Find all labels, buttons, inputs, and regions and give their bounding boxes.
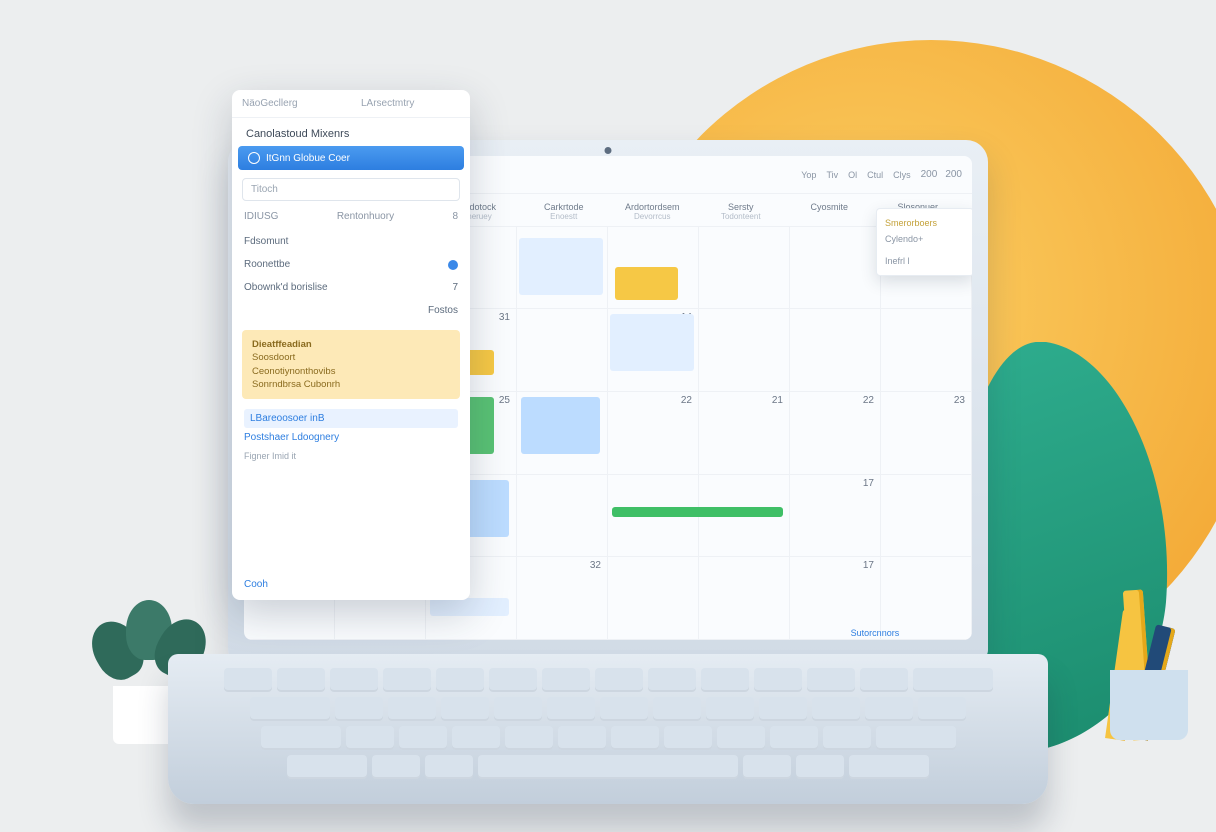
group-header: IDIUSG Rentonhuory 8: [232, 205, 470, 228]
calendar-cell[interactable]: [699, 309, 790, 392]
side-panel-item-meta: Fostos: [428, 305, 458, 316]
day-header-l2: Devorrcus: [609, 212, 696, 221]
day-header-5[interactable]: SerstyTodonteent: [697, 200, 786, 224]
cell-date-number: 23: [954, 395, 965, 406]
calendar-cell[interactable]: 21: [699, 392, 790, 475]
calendar-event[interactable]: [519, 238, 604, 295]
calendar-cell[interactable]: [699, 557, 790, 640]
side-panel-tab-0[interactable]: NäoGecllerg: [232, 90, 351, 118]
side-panel-item-label: Fdsomunt: [244, 236, 288, 247]
calendar-cell[interactable]: 22: [790, 392, 881, 475]
side-panel-list: Fdsomunt Roonettbe Obownk'd borislise 7 Fost…: [232, 228, 470, 324]
view-tab-0[interactable]: Yop: [801, 170, 816, 180]
side-panel-cta[interactable]: Cooh: [244, 575, 268, 594]
pencil-cup-decoration: [1114, 590, 1156, 740]
cell-date-number: 17: [863, 478, 874, 489]
year-a: 200: [921, 169, 938, 180]
flyout-heading: Smerorboers: [885, 215, 965, 231]
calendar-cell[interactable]: [699, 227, 790, 310]
view-tab-3[interactable]: Ctul: [867, 170, 883, 180]
day-header-l2: Enoestt: [521, 212, 608, 221]
flyout-item-0[interactable]: Cylendo+: [885, 231, 965, 247]
side-panel-item-1[interactable]: Roonettbe: [232, 253, 470, 276]
highlight-card[interactable]: Dieatffeadian Soosdoort Ceonotiynonthovi…: [242, 330, 460, 399]
view-tab-2[interactable]: Ol: [848, 170, 857, 180]
view-tab-1[interactable]: Tiv: [826, 170, 838, 180]
side-panel-item-3[interactable]: Fostos: [232, 299, 470, 322]
side-panel-item-2[interactable]: Obownk'd borislise 7: [232, 276, 470, 299]
highlight-card-line-1: Ceonotiynonthovibs: [252, 365, 450, 378]
side-link-0[interactable]: LBareoosoer inB: [244, 409, 458, 428]
day-header-l2: Todonteent: [698, 212, 785, 221]
cell-date-number: 25: [499, 395, 510, 406]
flyout-item-2[interactable]: Inefrl l: [885, 253, 965, 269]
calendar-event[interactable]: [615, 267, 678, 300]
group-right-meta: 8: [452, 211, 458, 222]
side-panel-item-label: Obownk'd borislise: [244, 282, 328, 293]
cell-date-number: 22: [863, 395, 874, 406]
cell-date-number: 17: [863, 560, 874, 571]
primary-action-label: ItGnn Globue Coer: [266, 153, 350, 164]
side-panel-tab-1[interactable]: LArsectmtry: [351, 90, 470, 118]
webcam-dot: [605, 147, 612, 154]
status-dot-icon: [448, 260, 458, 270]
side-panel-item-meta: 7: [452, 282, 458, 293]
calendar-cell[interactable]: [608, 227, 699, 310]
view-tab-4[interactable]: Clys: [893, 170, 911, 180]
side-panel-links: LBareoosoer inB Postshaer Ldoognery Fign…: [232, 405, 470, 475]
highlight-card-line-2: Sonrndbrsa Cubonrh: [252, 378, 450, 391]
calendar-cell[interactable]: 23: [881, 392, 972, 475]
search-input[interactable]: Titoch: [242, 178, 460, 201]
calendar-cell[interactable]: [517, 227, 608, 310]
calendar-cell[interactable]: [608, 475, 699, 558]
side-panel-item-0[interactable]: Fdsomunt: [232, 230, 470, 253]
calendar-cell[interactable]: 14: [608, 309, 699, 392]
side-panel: NäoGecllerg LArsectmtry Canolastoud Mixe…: [232, 90, 470, 600]
cell-date-number: 31: [499, 312, 510, 323]
calendar-cell[interactable]: 22: [608, 392, 699, 475]
side-panel-title: Canolastoud Mixenrs: [232, 118, 470, 146]
calendar-cell[interactable]: 32: [517, 557, 608, 640]
calendar-cell[interactable]: 17: [790, 475, 881, 558]
side-panel-tabs: NäoGecllerg LArsectmtry: [232, 90, 470, 118]
day-header-l1: Carkrtode: [521, 202, 608, 212]
calendar-cell[interactable]: [881, 309, 972, 392]
side-link-1[interactable]: Postshaer Ldoognery: [244, 428, 458, 447]
day-header-3[interactable]: CarkrtodeEnoestt: [520, 200, 609, 224]
group-right-label: Rentonhuory: [337, 211, 394, 222]
calendar-cell[interactable]: [790, 309, 881, 392]
day-header-l1: Ardortordsem: [609, 202, 696, 212]
view-switcher: Yop Tiv Ol Ctul Clys: [801, 170, 910, 180]
highlight-card-line-0: Soosdoort: [252, 351, 450, 364]
cell-date-number: 22: [681, 395, 692, 406]
year-indicator: 200 200: [921, 169, 962, 180]
calendar-cell[interactable]: [517, 309, 608, 392]
side-footnote: Sutorcnnors: [851, 628, 900, 638]
day-header-6[interactable]: Cyosmite: [785, 200, 874, 224]
calendar-cell[interactable]: [699, 475, 790, 558]
primary-action-button[interactable]: ItGnn Globue Coer: [238, 146, 464, 170]
calendar-cell[interactable]: [790, 227, 881, 310]
group-left-label: IDIUSG: [244, 211, 278, 222]
laptop-keyboard: [168, 654, 1048, 804]
cell-date-number: 21: [772, 395, 783, 406]
calendar-cell[interactable]: [517, 392, 608, 475]
calendar-cell[interactable]: [881, 475, 972, 558]
year-b: 200: [945, 169, 962, 180]
calendar-event[interactable]: [610, 314, 695, 371]
side-panel-item-label: Roonettbe: [244, 259, 290, 270]
day-header-l1: Cyosmite: [786, 202, 873, 212]
calendar-cell[interactable]: [517, 475, 608, 558]
side-link-2[interactable]: Figner Imid it: [244, 447, 458, 465]
calendar-cell[interactable]: [608, 557, 699, 640]
day-header-4[interactable]: ArdortordsemDevorrcus: [608, 200, 697, 224]
calendar-event[interactable]: [430, 598, 509, 616]
highlight-card-title: Dieatffeadian: [252, 338, 450, 351]
cell-date-number: 32: [590, 560, 601, 571]
calendar-event[interactable]: [521, 397, 600, 454]
right-flyout-menu: Smerorboers Cylendo+ Inefrl l: [876, 208, 972, 276]
day-header-l1: Sersty: [698, 202, 785, 212]
